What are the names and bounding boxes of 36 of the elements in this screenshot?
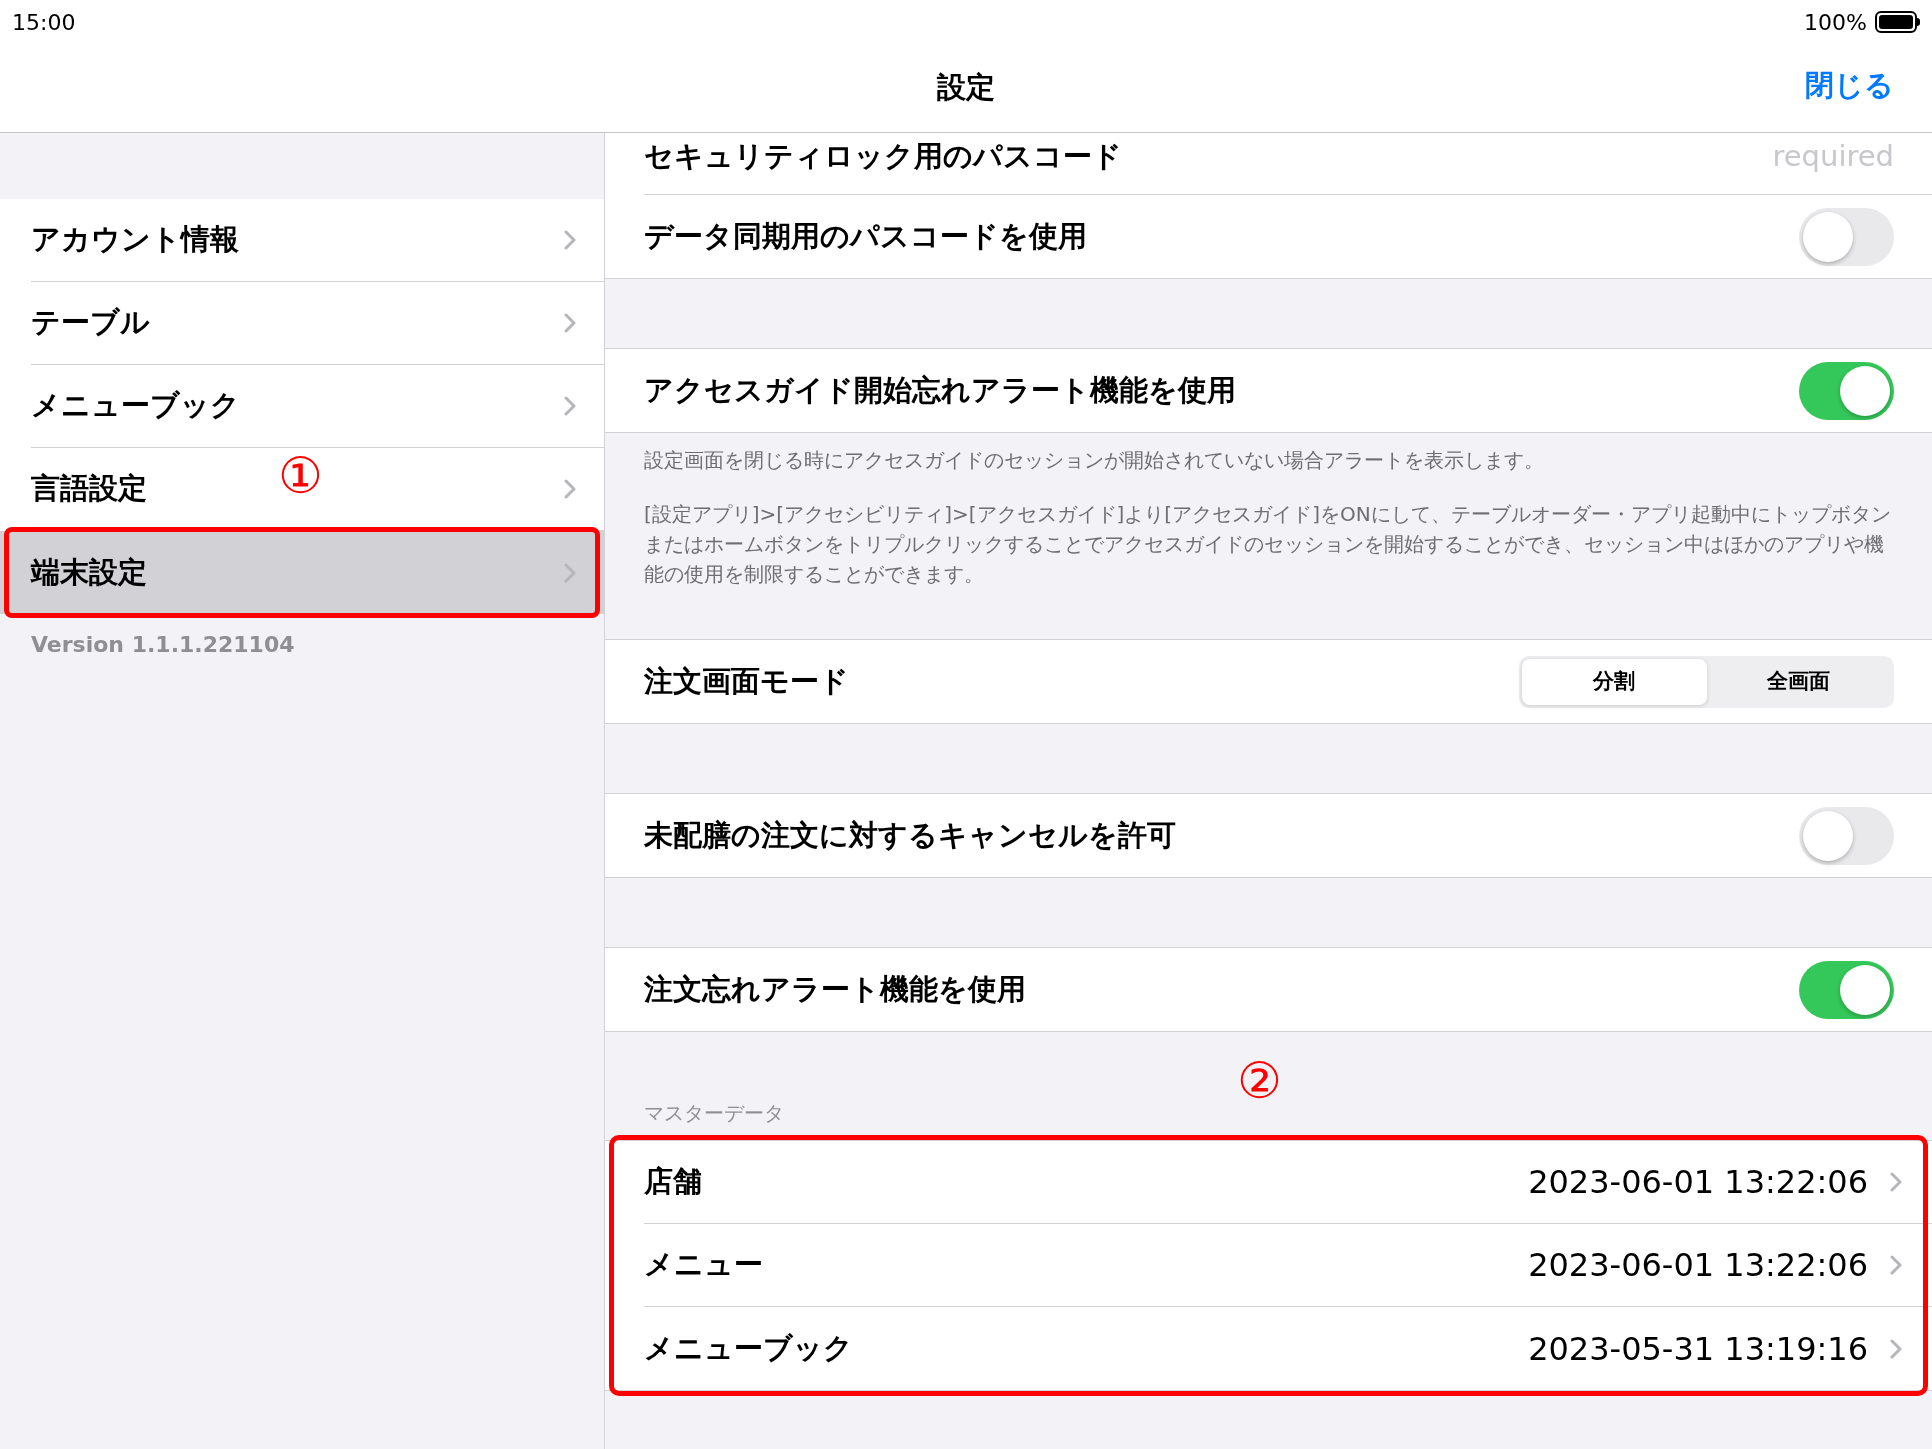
annotation-number: ② — [1237, 1056, 1282, 1106]
chevron-right-icon — [564, 479, 576, 499]
setting-label: メニュー — [644, 1246, 763, 1284]
footer-note: [設定アプリ]>[アクセシビリティ]>[アクセスガイド]より[アクセスガイド]をONにして、テーブルオーダー・アプリ起動中にトップボタンまたはホームボタンをトリプルクリックすることでアクセスガイドのセッションを開始することができ、セッション中はほかのアプリや機能の使用を制限することができます。 — [644, 501, 1892, 588]
setting-label: 注文画面モード — [644, 662, 849, 700]
setting-label: 注文忘れアラート機能を使用 — [644, 970, 1026, 1008]
version-label: Version 1.1.1.221104 — [31, 631, 296, 659]
setting-label: 未配膳の注文に対するキャンセルを許可 — [644, 816, 1176, 854]
chevron-right-icon — [1890, 1338, 1902, 1359]
setting-label: 店舗 — [644, 1163, 702, 1201]
passcode-field[interactable]: required — [1594, 135, 1894, 179]
setting-label: メニューブック — [644, 1329, 853, 1367]
chevron-right-icon — [564, 562, 576, 583]
sync-timestamp: 2023-06-01 13:22:06 — [1528, 1162, 1868, 1203]
sync-timestamp: 2023-05-31 13:19:16 — [1528, 1328, 1868, 1370]
chevron-right-icon — [564, 313, 576, 333]
battery-percentage: 100% — [1804, 8, 1867, 37]
sync-timestamp: 2023-06-01 13:22:06 — [1528, 1245, 1868, 1286]
setting-label: アクセスガイド開始忘れアラート機能を使用 — [644, 371, 1236, 409]
segment-tab[interactable]: 分割 — [1522, 658, 1707, 705]
annotation-number: ① — [278, 451, 323, 501]
nav-title: 設定 — [937, 69, 995, 107]
toggle-switch[interactable] — [1799, 960, 1894, 1019]
battery-icon — [1875, 11, 1920, 33]
toggle-switch[interactable] — [1799, 361, 1894, 420]
chevron-right-icon — [1890, 1172, 1902, 1192]
segment-tab[interactable]: 全画面 — [1706, 658, 1891, 705]
chevron-right-icon — [564, 230, 576, 250]
chevron-right-icon — [1890, 1255, 1902, 1275]
chevron-right-icon — [564, 396, 576, 416]
footer-note: 設定画面を閉じる時にアクセスガイドのセッションが開始されていない場合アラートを表示します。 — [644, 447, 1545, 474]
status-time: 15:00 — [12, 8, 76, 37]
setting-label: データ同期用のパスコードを使用 — [644, 217, 1087, 255]
close-button[interactable]: 閉じる — [1805, 64, 1894, 108]
setting-label: セキュリティロック用のパスコード — [644, 138, 1122, 175]
section-header: マスターデータ — [644, 1100, 784, 1127]
